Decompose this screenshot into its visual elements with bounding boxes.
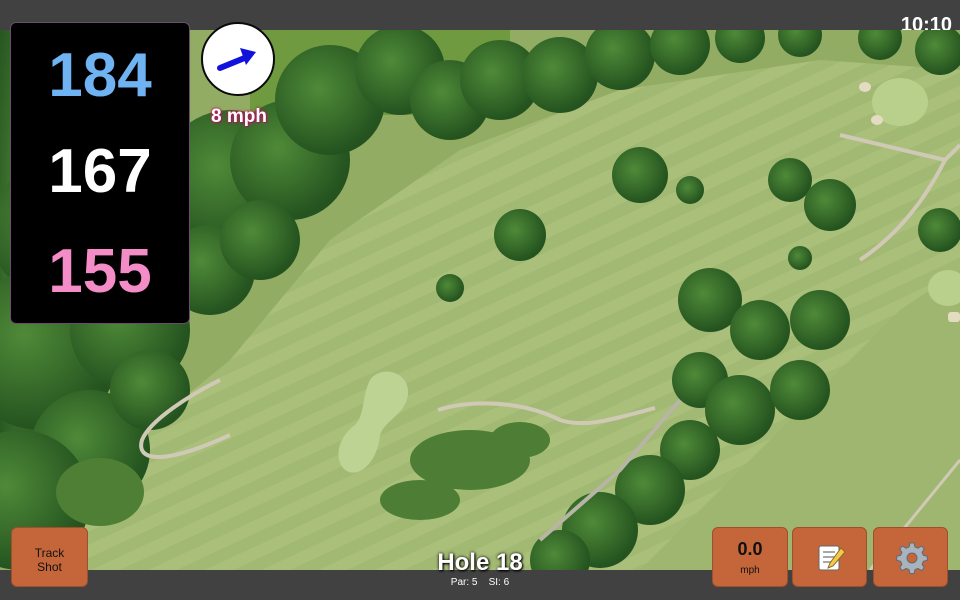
wind-speed: 8 mph: [211, 106, 267, 127]
bunker-top-right: [859, 82, 871, 92]
track-shot-button[interactable]: Track Shot: [11, 527, 88, 587]
speed-unit: mph: [740, 565, 760, 576]
gear-icon: [896, 542, 928, 575]
settings-button[interactable]: [873, 527, 948, 587]
middle-distance: 167: [48, 137, 152, 206]
wind-arrow-icon: [217, 48, 256, 71]
speed-button[interactable]: 0.0 mph: [712, 527, 788, 587]
hole-details: Par: 5 SI: 6: [380, 577, 580, 588]
hole-par: Par: 5: [450, 577, 478, 588]
notepad-icon: [818, 545, 846, 571]
bunker-right: [948, 312, 960, 322]
hole-si: SI: 6: [488, 577, 510, 588]
hole-title: Hole 18: [437, 549, 523, 576]
speed-value: 0.0: [737, 539, 763, 559]
bunker-top-right-2: [871, 115, 883, 125]
track-shot-label-line2: Shot: [37, 560, 62, 574]
distance-panel: 184 167 155: [10, 22, 190, 324]
scorecard-button[interactable]: [792, 527, 867, 587]
green-left: [56, 458, 144, 526]
wind-indicator: [201, 22, 275, 96]
back-distance: 184: [48, 41, 152, 110]
front-distance: 155: [48, 237, 152, 306]
track-shot-label-line1: Track: [34, 546, 65, 560]
